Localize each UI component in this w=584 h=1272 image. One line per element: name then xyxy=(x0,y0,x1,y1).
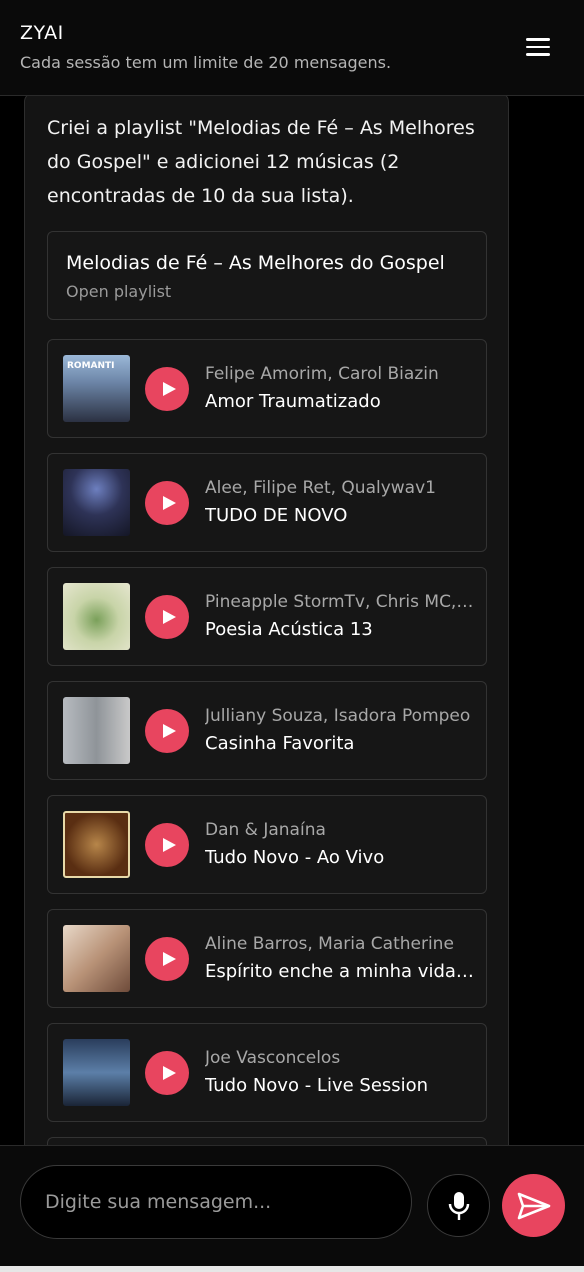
send-icon xyxy=(517,1192,550,1219)
album-cover-image: ROMANTI xyxy=(63,355,130,422)
assistant-message-bubble: Criei a playlist "Melodias de Fé – As Me… xyxy=(24,96,509,1145)
open-playlist-link[interactable]: Open playlist xyxy=(66,282,468,301)
track-item-partial[interactable] xyxy=(47,1137,487,1145)
play-icon xyxy=(162,495,176,510)
track-info: Aline Barros, Maria Catherine Espírito e… xyxy=(205,933,477,984)
hamburger-menu-icon[interactable] xyxy=(526,34,552,60)
assistant-message-text: Criei a playlist "Melodias de Fé – As Me… xyxy=(47,117,475,207)
play-button[interactable] xyxy=(145,936,189,981)
track-title: Casinha Favorita xyxy=(205,733,355,754)
album-cover-image xyxy=(63,811,130,878)
track-item[interactable]: Alee, Filipe Ret, Qualywav1 TUDO DE NOVO xyxy=(47,453,487,552)
track-artist: Pineapple StormTv, Chris MC, Mariana Fro… xyxy=(205,592,477,612)
track-info: Alee, Filipe Ret, Qualywav1 TUDO DE NOVO xyxy=(205,477,477,528)
mic-button[interactable] xyxy=(427,1174,490,1237)
track-artist: Alee, Filipe Ret, Qualywav1 xyxy=(205,478,436,498)
play-icon xyxy=(162,1065,176,1080)
track-artist: Julliany Souza, Isadora Pompeo xyxy=(205,706,471,726)
album-cover-image xyxy=(63,469,130,536)
track-info: Dan & Janaína Tudo Novo - Ao Vivo xyxy=(205,819,477,870)
track-item[interactable]: Julliany Souza, Isadora Pompeo Casinha F… xyxy=(47,681,487,780)
album-cover-image xyxy=(63,583,130,650)
play-button[interactable] xyxy=(145,480,189,525)
play-icon xyxy=(162,609,176,624)
track-item[interactable]: ROMANTI Felipe Amorim, Carol Biazin Amor… xyxy=(47,339,487,438)
album-cover-image xyxy=(63,697,130,764)
track-info: Joe Vasconcelos Tudo Novo - Live Session xyxy=(205,1047,477,1098)
track-item[interactable]: Aline Barros, Maria Catherine Espírito e… xyxy=(47,909,487,1008)
app-root: ZYAI Cada sessão tem um limite de 20 men… xyxy=(0,0,584,1272)
track-item[interactable]: Joe Vasconcelos Tudo Novo - Live Session xyxy=(47,1023,487,1122)
session-limit-notice: Cada sessão tem um limite de 20 mensagen… xyxy=(20,53,392,72)
album-cover-image xyxy=(63,1039,130,1106)
send-button[interactable] xyxy=(502,1174,565,1237)
play-button[interactable] xyxy=(145,708,189,753)
message-input[interactable] xyxy=(20,1165,412,1239)
playlist-name: Melodias de Fé – As Melhores do Gospel xyxy=(66,252,445,274)
track-artist: Dan & Janaína xyxy=(205,820,326,840)
track-list: ROMANTI Felipe Amorim, Carol Biazin Amor… xyxy=(47,339,487,1145)
play-button[interactable] xyxy=(145,822,189,867)
track-item[interactable]: Dan & Janaína Tudo Novo - Ao Vivo xyxy=(47,795,487,894)
track-title: Tudo Novo - Ao Vivo xyxy=(205,847,385,868)
bottom-edge xyxy=(0,1266,584,1272)
album-cover-image xyxy=(63,925,130,992)
play-button[interactable] xyxy=(145,1050,189,1095)
track-title: Espírito enche a minha vida - Ao Vivo xyxy=(205,961,477,982)
microphone-icon xyxy=(448,1191,469,1220)
play-icon xyxy=(162,837,176,852)
track-artist: Felipe Amorim, Carol Biazin xyxy=(205,364,439,384)
header: ZYAI Cada sessão tem um limite de 20 men… xyxy=(0,0,584,96)
composer xyxy=(0,1145,584,1272)
play-icon xyxy=(162,723,176,738)
track-artist: Joe Vasconcelos xyxy=(205,1048,341,1068)
track-title: Tudo Novo - Live Session xyxy=(205,1075,429,1096)
track-title: Poesia Acústica 13 xyxy=(205,619,373,640)
album-cover-text: ROMANTI xyxy=(67,361,115,371)
play-icon xyxy=(162,381,176,396)
playlist-card[interactable]: Melodias de Fé – As Melhores do Gospel O… xyxy=(47,231,487,320)
track-info: Julliany Souza, Isadora Pompeo Casinha F… xyxy=(205,705,477,756)
play-button[interactable] xyxy=(145,366,189,411)
track-artist: Aline Barros, Maria Catherine xyxy=(205,934,454,954)
track-info: Pineapple StormTv, Chris MC, Mariana Fro… xyxy=(205,591,477,642)
track-title: Amor Traumatizado xyxy=(205,391,381,412)
play-button[interactable] xyxy=(145,594,189,639)
play-icon xyxy=(162,951,176,966)
track-info: Felipe Amorim, Carol Biazin Amor Traumat… xyxy=(205,363,477,414)
app-title: ZYAI xyxy=(20,22,64,44)
track-title: TUDO DE NOVO xyxy=(205,505,348,526)
chat-area[interactable]: Criei a playlist "Melodias de Fé – As Me… xyxy=(0,96,584,1145)
track-item[interactable]: Pineapple StormTv, Chris MC, Mariana Fro… xyxy=(47,567,487,666)
